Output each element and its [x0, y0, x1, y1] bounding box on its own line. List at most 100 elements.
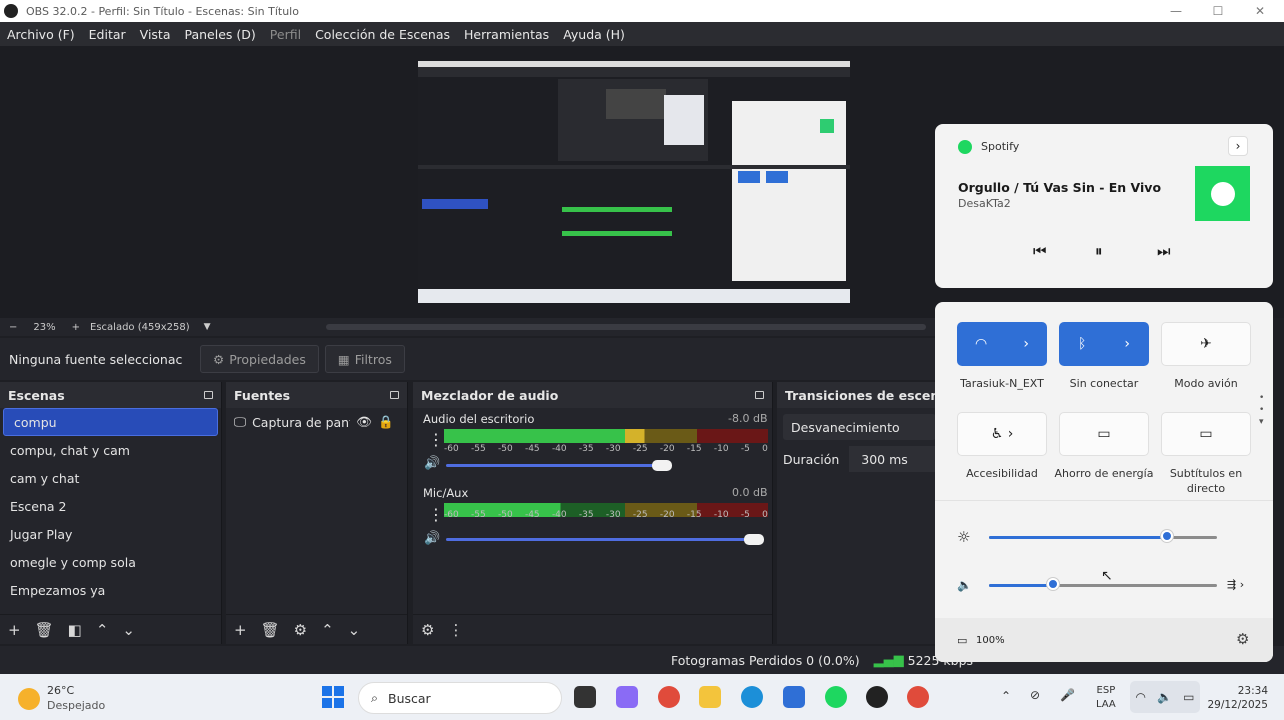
windows-start-icon[interactable]	[322, 686, 344, 708]
zoom-out-button[interactable]: −	[9, 322, 17, 333]
preview-canvas[interactable]	[418, 61, 850, 303]
volume-knob[interactable]	[744, 534, 765, 545]
undock-icon[interactable]	[204, 391, 213, 399]
maximize-button[interactable]: ☐	[1198, 0, 1238, 22]
eye-icon[interactable]: 👁	[356, 414, 372, 430]
meter-tick: -5	[740, 444, 750, 454]
undock-icon[interactable]	[755, 391, 764, 399]
sources-dock: Fuentes 🖵 Captura de panta 👁 🔒 + 🗑 ⚙ ⌃ ⌄	[226, 382, 408, 644]
remove-scene-button[interactable]: 🗑	[35, 621, 54, 639]
lock-icon[interactable]: 🔒	[378, 414, 394, 430]
transition-select[interactable]: Desvanecimiento	[783, 414, 936, 440]
transitions-dock-header: Transiciones de escena	[777, 382, 948, 408]
clock[interactable]: 23:34 29/12/2025	[1206, 684, 1268, 712]
preview-horizontal-scrollbar[interactable]	[326, 324, 926, 330]
volume-fill	[989, 584, 1053, 587]
source-properties-button[interactable]: ⚙	[294, 621, 307, 639]
volume-knob[interactable]	[1046, 578, 1059, 590]
open-app-button[interactable]: ›	[1228, 136, 1248, 156]
move-down-button[interactable]: ⌄	[122, 621, 135, 639]
previous-track-button[interactable]: ⏮	[1033, 242, 1047, 260]
taskbar-search[interactable]: ⌕ Buscar	[358, 682, 562, 714]
obs-taskbar-icon[interactable]	[866, 686, 888, 708]
menu-herramientas[interactable]: Herramientas	[457, 27, 556, 42]
close-button[interactable]: ✕	[1240, 0, 1280, 22]
weather-moon-icon	[18, 688, 40, 710]
tray-overflow-icon[interactable]: ⌃	[1001, 689, 1011, 703]
menu-editar[interactable]: Editar	[82, 27, 133, 42]
advanced-audio-icon[interactable]: ⚙	[421, 621, 434, 639]
volume-slider[interactable]	[446, 464, 663, 467]
next-track-button[interactable]: ⏭	[1157, 242, 1171, 260]
volume-slider[interactable]	[446, 538, 755, 541]
bluetooth-tile[interactable]: ᛒ ›	[1059, 322, 1149, 366]
speaker-icon[interactable]: 🔊	[424, 531, 440, 546]
pause-button[interactable]: ⏸	[1095, 242, 1103, 260]
meter-tick: -60	[444, 510, 459, 520]
move-down-button[interactable]: ⌄	[348, 621, 361, 639]
scene-filters-button[interactable]: ◧	[68, 621, 82, 639]
edge-icon[interactable]	[741, 686, 763, 708]
quick-settings-panel: ◠ › ᛒ › ✈ Tarasiuk-N_EXT Sin conectar Modo…	[935, 302, 1273, 662]
copilot-icon[interactable]	[616, 686, 638, 708]
menu-archivo[interactable]: Archivo (F)	[0, 27, 82, 42]
task-view-icon[interactable]	[574, 686, 596, 708]
chrome-icon[interactable]	[658, 686, 680, 708]
track-title: Orgullo / Tú Vas Sin - En Vivo	[958, 180, 1162, 195]
move-up-button[interactable]: ⌃	[96, 621, 109, 639]
chrome-profile-icon[interactable]	[907, 686, 929, 708]
menu-perfil[interactable]: Perfil	[263, 27, 308, 42]
menu-vista[interactable]: Vista	[133, 27, 178, 42]
chevron-right-icon[interactable]: ›	[1124, 336, 1130, 352]
duration-input[interactable]: 300 ms	[849, 446, 936, 472]
scene-item[interactable]: Jugar Play	[0, 520, 221, 548]
scenes-dock: Escenas compu compu, chat y cam cam y ch…	[0, 382, 222, 644]
properties-button[interactable]: ⚙ Propiedades	[200, 345, 319, 373]
scene-item[interactable]: cam y chat	[0, 464, 221, 492]
scene-item[interactable]: compu	[3, 408, 218, 436]
minimize-button[interactable]: —	[1156, 0, 1196, 22]
move-up-button[interactable]: ⌃	[321, 621, 334, 639]
add-source-button[interactable]: +	[234, 621, 247, 639]
mixer-menu-icon[interactable]: ⋮	[448, 621, 463, 639]
store-icon[interactable]	[783, 686, 805, 708]
meter-segment	[444, 429, 626, 443]
live-captions-tile[interactable]: ▭	[1161, 412, 1251, 456]
add-scene-button[interactable]: +	[8, 621, 21, 639]
menu-coleccion-escenas[interactable]: Colección de Escenas	[308, 27, 457, 42]
menu-ayuda[interactable]: Ayuda (H)	[556, 27, 632, 42]
scene-item[interactable]: Escena 2	[0, 492, 221, 520]
settings-gear-icon[interactable]: ⚙	[1236, 630, 1249, 648]
speaker-icon[interactable]: 🔊	[424, 456, 440, 471]
energy-saver-tile[interactable]: ▭	[1059, 412, 1149, 456]
wifi-tile[interactable]: ◠ ›	[957, 322, 1047, 366]
airplane-mode-tile[interactable]: ✈	[1161, 322, 1251, 366]
source-name: Captura de panta	[252, 414, 350, 430]
file-explorer-icon[interactable]	[699, 686, 721, 708]
tray-location-icon[interactable]: ⊘	[1030, 688, 1040, 702]
microphone-icon[interactable]: 🎤	[1060, 688, 1075, 702]
zoom-dropdown-icon[interactable]: ▼	[204, 322, 211, 332]
scene-item[interactable]: Empezamos ya	[0, 576, 221, 604]
spotify-taskbar-icon[interactable]	[825, 686, 847, 708]
page-indicator-icon[interactable]: • • ▾	[1259, 392, 1264, 428]
language-indicator[interactable]: ESP LAA	[1096, 684, 1116, 712]
volume-knob[interactable]	[652, 460, 673, 471]
menu-paneles[interactable]: Paneles (D)	[178, 27, 263, 42]
battery-icon: ▭	[1183, 690, 1195, 704]
zoom-in-button[interactable]: +	[72, 322, 80, 333]
chevron-right-icon[interactable]: ›	[1023, 336, 1029, 352]
remove-source-button[interactable]: 🗑	[261, 621, 280, 639]
scene-item[interactable]: omegle y comp sola	[0, 548, 221, 576]
channel-menu-icon[interactable]: ⋮	[428, 505, 444, 524]
undock-icon[interactable]	[390, 391, 399, 399]
obs-logo-icon	[4, 4, 18, 18]
brightness-knob[interactable]	[1160, 530, 1173, 542]
filters-button[interactable]: ▦ Filtros	[324, 345, 405, 373]
tray-quick-settings[interactable]: ◠ 🔈 ▭	[1130, 681, 1200, 713]
scene-item[interactable]: compu, chat y cam	[0, 436, 221, 464]
audio-output-icon[interactable]: ⇶ ›	[1227, 578, 1244, 591]
channel-menu-icon[interactable]: ⋮	[428, 430, 444, 449]
source-item[interactable]: 🖵 Captura de panta 👁 🔒	[226, 408, 407, 436]
accessibility-tile[interactable]: ♿ ›	[957, 412, 1047, 456]
